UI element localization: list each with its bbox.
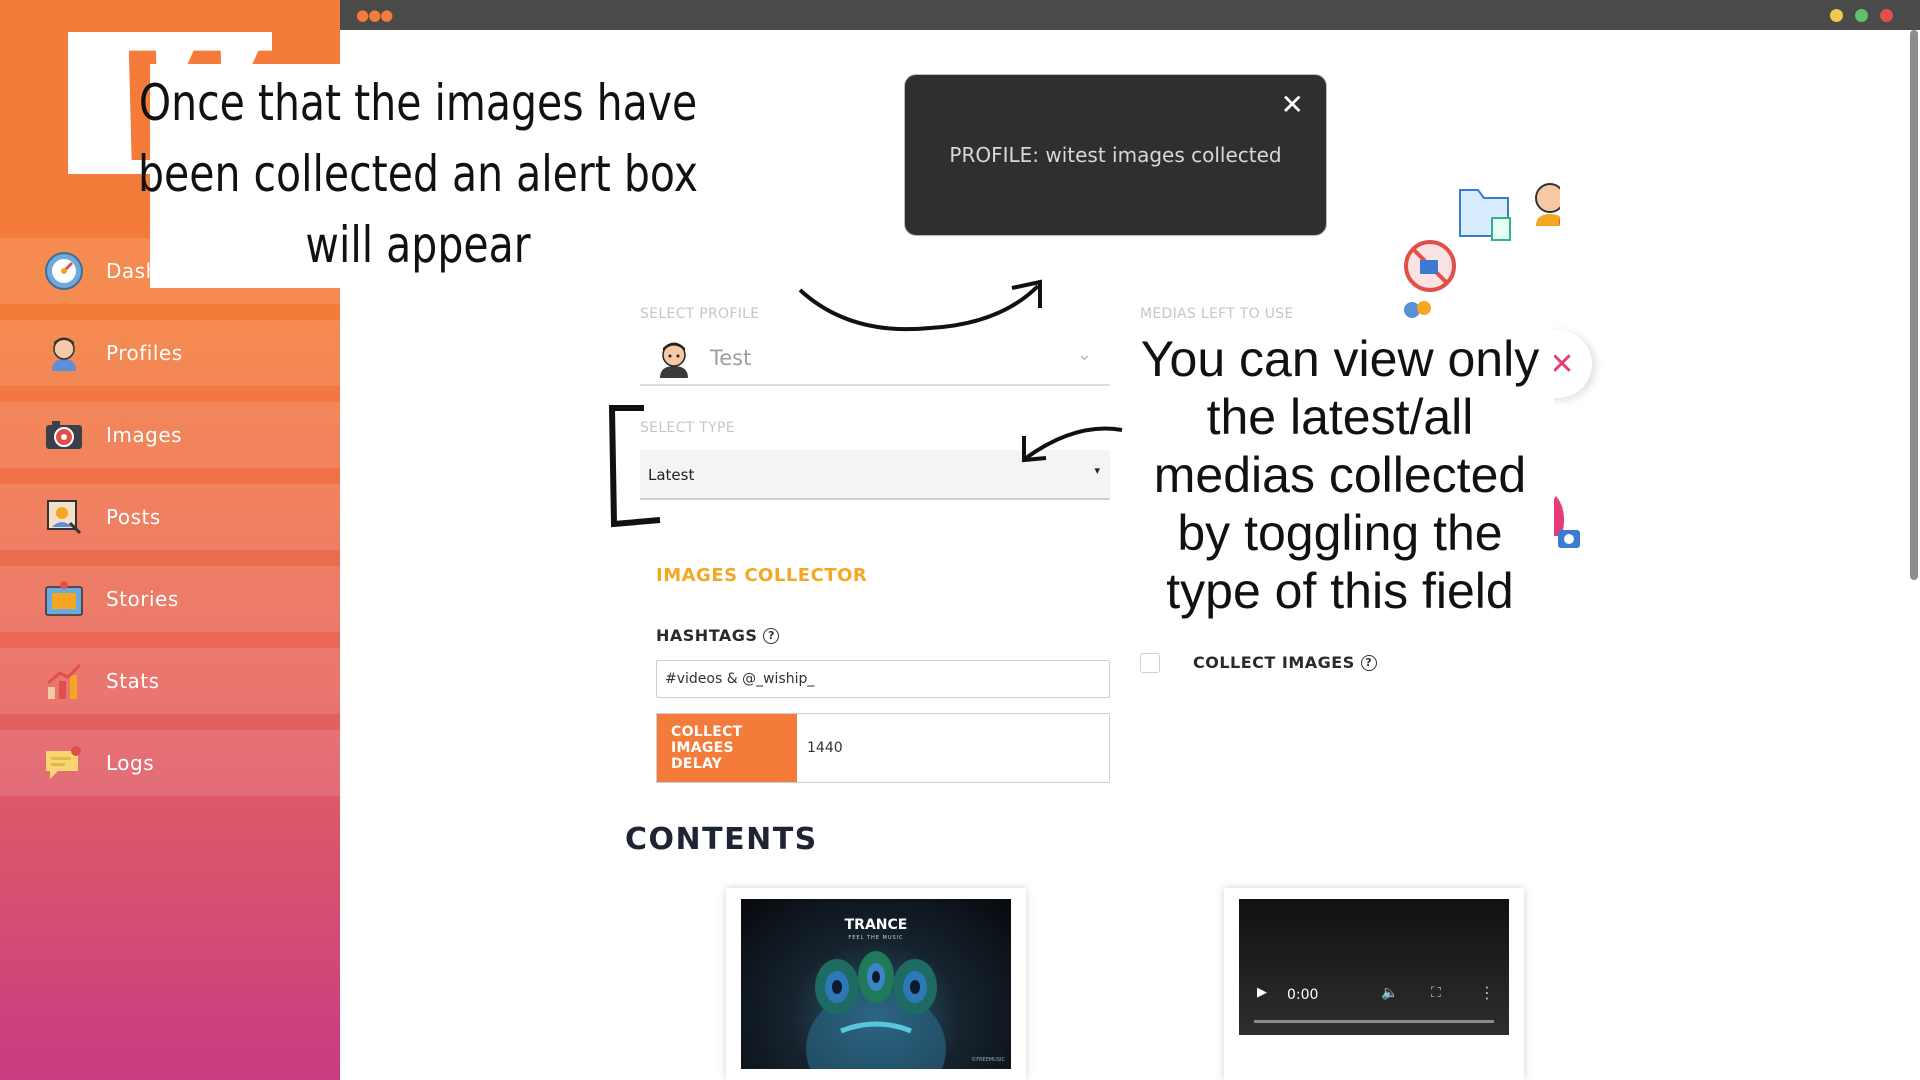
sidebar-item-label: Posts [106, 505, 161, 529]
chevron-down-icon: ⌄ [1076, 344, 1092, 365]
app-window: ●●● W Dashboard Profiles Images [0, 0, 1920, 1080]
hashtags-label: HASHTAGS ? [656, 626, 780, 645]
user-avatar-icon [42, 331, 86, 375]
sidebar-item-label: Stories [106, 587, 179, 611]
contents-title: CONTENTS [625, 822, 818, 857]
sidebar-item-profiles[interactable]: Profiles [0, 320, 340, 386]
collect-images-label: COLLECT IMAGES ? [1193, 653, 1377, 672]
collect-images-checkbox[interactable] [1140, 653, 1160, 673]
video-player[interactable]: ▶ 0:00 🔈 ⛶ ⋮ [1239, 899, 1509, 1035]
camera-icon [42, 413, 86, 457]
profile-avatar-icon [654, 338, 694, 382]
profile-select-value: Test [710, 346, 752, 370]
sidebar-item-logs[interactable]: Logs [0, 730, 340, 796]
play-icon[interactable]: ▶ [1257, 985, 1267, 1000]
decorative-icons-illustration [1404, 183, 1560, 318]
volume-icon[interactable]: 🔈 [1381, 985, 1398, 1001]
photo-post-icon [42, 495, 86, 539]
menu-dots-icon[interactable]: ●●● [356, 5, 393, 25]
sidebar-item-label: Logs [106, 751, 155, 775]
collect-delay-label: COLLECT IMAGES DELAY [657, 714, 797, 782]
window-minimize-button[interactable] [1830, 9, 1843, 22]
window-close-button[interactable] [1880, 9, 1893, 22]
content-image: TRANCE FEEL THE MUSIC ©FREEMUSIC [741, 899, 1011, 1069]
page-scrollbar-thumb[interactable] [1910, 30, 1918, 580]
image-credit: ©FREEMUSIC [971, 1057, 1005, 1063]
select-profile-label: SELECT PROFILE [640, 306, 760, 322]
dashboard-gauge-icon [42, 249, 86, 293]
fullscreen-icon[interactable]: ⛶ [1431, 985, 1441, 1001]
sidebar-item-label: Images [106, 423, 183, 447]
annotation-type-text: You can view only the latest/all medias … [1140, 331, 1540, 619]
hashtags-label-text: HASHTAGS [656, 626, 758, 645]
close-icon[interactable]: ✕ [1281, 91, 1304, 119]
sidebar-item-posts[interactable]: Posts [0, 484, 340, 550]
content-card-video[interactable]: ▶ 0:00 🔈 ⛶ ⋮ [1224, 888, 1524, 1080]
rocket-camera-icon [1548, 496, 1580, 548]
annotation-arrow-to-toast [798, 279, 1042, 332]
story-frame-icon [42, 577, 86, 621]
video-time: 0:00 [1287, 987, 1319, 1003]
sidebar-item-stories[interactable]: Stories [0, 566, 340, 632]
more-options-icon[interactable]: ⋮ [1479, 983, 1495, 1002]
collect-delay-input[interactable] [797, 714, 1109, 782]
window-title-bar: ●●● [340, 0, 1920, 30]
bar-chart-icon [42, 659, 86, 703]
annotation-alert-text: Once that the images have been collected… [137, 74, 698, 274]
collect-images-label-text: COLLECT IMAGES [1193, 653, 1355, 672]
content-card-image[interactable]: TRANCE FEEL THE MUSIC ©FREEMUSIC [726, 888, 1026, 1080]
medias-left-label: MEDIAS LEFT TO USE [1140, 306, 1294, 322]
peacock-mask-illustration [806, 951, 946, 1069]
help-icon[interactable]: ? [1360, 654, 1377, 671]
window-maximize-button[interactable] [1855, 9, 1868, 22]
collect-delay-group: COLLECT IMAGES DELAY [656, 713, 1110, 783]
sidebar-item-label: Stats [106, 669, 160, 693]
video-progress-bar[interactable] [1254, 1020, 1494, 1023]
hashtags-input[interactable] [656, 660, 1110, 698]
help-icon[interactable]: ? [763, 627, 780, 644]
alert-toast: ✕ PROFILE: witest images collected [904, 74, 1327, 236]
annotation-bracket [608, 405, 661, 528]
sidebar-item-label: Profiles [106, 341, 183, 365]
sidebar-item-images[interactable]: Images [0, 402, 340, 468]
annotation-arrow-to-type [1022, 426, 1123, 463]
sidebar-item-stats[interactable]: Stats [0, 648, 340, 714]
toast-message: PROFILE: witest images collected [949, 143, 1282, 167]
images-collector-title: IMAGES COLLECTOR [656, 565, 868, 586]
chat-notification-icon [42, 741, 86, 785]
